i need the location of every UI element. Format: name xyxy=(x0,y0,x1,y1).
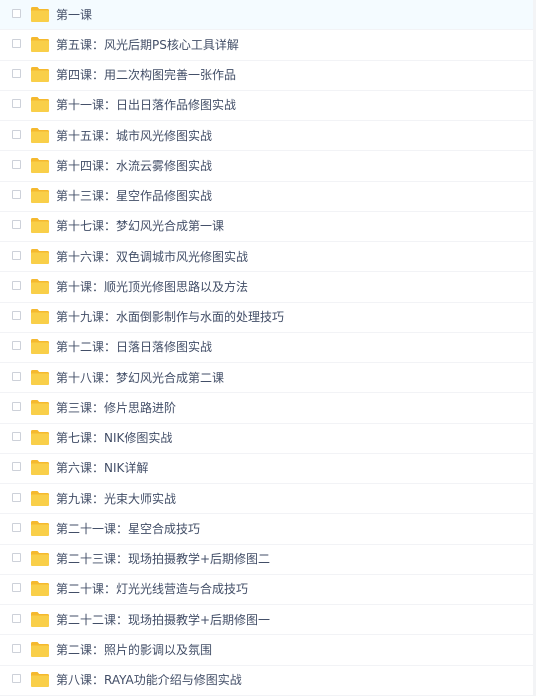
folder-name[interactable]: 第七课：NIK修图实战 xyxy=(56,431,172,445)
folder-icon xyxy=(31,460,49,476)
folder-icon xyxy=(31,188,49,204)
folder-row[interactable]: 第十六课：双色调城市风光修图实战 xyxy=(0,242,536,273)
folder-icon xyxy=(31,309,49,325)
folder-name[interactable]: 第十课：顺光顶光修图思路以及方法 xyxy=(56,280,248,294)
folder-name[interactable]: 第一课 xyxy=(56,8,92,22)
folder-row[interactable]: 第二十三课：现场拍摄教学+后期修图二 xyxy=(0,545,536,575)
folder-icon xyxy=(31,339,49,355)
file-list: 第一课第五课：风光后期PS核心工具详解 第四课：用二次构图完善一张作品 第十一课：日… xyxy=(0,0,536,696)
folder-icon xyxy=(31,490,49,506)
folder-name[interactable]: 第十五课：城市风光修图实战 xyxy=(56,129,212,143)
folder-icon xyxy=(31,6,49,22)
folder-icon xyxy=(31,551,49,567)
folder-name[interactable]: 第十七课：梦幻风光合成第一课 xyxy=(56,219,224,233)
folder-name[interactable]: 第十三课：星空作品修图实战 xyxy=(56,189,212,203)
folder-row[interactable]: 第一课 xyxy=(0,0,536,31)
folder-name[interactable]: 第八课：RAYA功能介绍与修图实战 xyxy=(56,673,242,687)
folder-row[interactable]: 第九课：光束大师实战 xyxy=(0,484,536,515)
folder-name[interactable]: 第三课：修片思路进阶 xyxy=(56,401,176,415)
row-checkbox[interactable] xyxy=(12,401,21,411)
folder-name[interactable]: 第二十一课：星空合成技巧 xyxy=(56,522,200,536)
folder-row[interactable]: 第六课：NIK详解 xyxy=(0,454,536,484)
folder-name[interactable]: 第十八课：梦幻风光合成第二课 xyxy=(56,371,224,385)
row-checkbox[interactable] xyxy=(12,613,21,623)
folder-row[interactable]: 第十三课：星空作品修图实战 xyxy=(0,182,536,212)
folder-row[interactable]: 第十二课：日落日落修图实战 xyxy=(0,333,536,363)
folder-name[interactable]: 第二十二课：现场拍摄教学+后期修图一 xyxy=(56,613,270,627)
row-checkbox[interactable] xyxy=(12,311,21,321)
row-checkbox[interactable] xyxy=(12,159,21,169)
folder-icon xyxy=(31,157,49,173)
row-checkbox[interactable] xyxy=(12,99,21,109)
folder-name[interactable]: 第十六课：双色调城市风光修图实战 xyxy=(56,250,248,264)
folder-row[interactable]: 第二十课：灯光光线营造与合成技巧 xyxy=(0,575,536,605)
folder-row[interactable]: 第十四课：水流云雾修图实战 xyxy=(0,151,536,182)
row-checkbox[interactable] xyxy=(12,643,21,653)
folder-row[interactable]: 第五课：风光后期PS核心工具详解 xyxy=(0,30,536,61)
folder-row[interactable]: 第二十二课：现场拍摄教学+后期修图一 xyxy=(0,605,536,636)
folder-row[interactable]: 第八课：RAYA功能介绍与修图实战 xyxy=(0,666,536,696)
folder-name[interactable]: 第十二课：日落日落修图实战 xyxy=(56,340,212,354)
row-checkbox[interactable] xyxy=(12,341,21,351)
row-checkbox[interactable] xyxy=(12,8,21,18)
folder-row[interactable]: 第三课：修片思路进阶 xyxy=(0,393,536,424)
row-checkbox[interactable] xyxy=(12,674,21,684)
folder-icon xyxy=(31,127,49,143)
folder-icon xyxy=(31,520,49,536)
folder-row[interactable]: 第七课：NIK修图实战 xyxy=(0,424,536,454)
row-checkbox[interactable] xyxy=(12,492,21,502)
row-checkbox[interactable] xyxy=(12,583,21,593)
folder-name[interactable]: 第十一课：日出日落作品修图实战 xyxy=(56,98,236,112)
folder-icon xyxy=(31,672,49,688)
row-checkbox[interactable] xyxy=(12,553,21,563)
folder-icon xyxy=(31,581,49,597)
row-checkbox[interactable] xyxy=(12,280,21,290)
folder-name[interactable]: 第六课：NIK详解 xyxy=(56,461,148,475)
folder-name[interactable]: 第四课：用二次构图完善一张作品 xyxy=(56,68,236,82)
folder-name[interactable]: 第十四课：水流云雾修图实战 xyxy=(56,159,212,173)
folder-name[interactable]: 第二课：照片的影调以及氛围 xyxy=(56,643,212,657)
row-checkbox[interactable] xyxy=(12,250,21,260)
folder-name[interactable]: 第二十三课：现场拍摄教学+后期修图二 xyxy=(56,552,270,566)
row-checkbox[interactable] xyxy=(12,432,21,442)
folder-icon xyxy=(31,399,49,415)
folder-icon xyxy=(31,97,49,113)
row-checkbox[interactable] xyxy=(12,190,21,200)
folder-icon xyxy=(31,67,49,83)
folder-name[interactable]: 第十九课：水面倒影制作与水面的处理技巧 xyxy=(56,310,284,324)
folder-name[interactable]: 第二十课：灯光光线营造与合成技巧 xyxy=(56,582,248,596)
folder-row[interactable]: 第十七课：梦幻风光合成第一课 xyxy=(0,212,536,242)
row-checkbox[interactable] xyxy=(12,462,21,472)
folder-icon xyxy=(31,248,49,264)
folder-row[interactable]: 第十课：顺光顶光修图思路以及方法 xyxy=(0,272,536,303)
folder-row[interactable]: 第四课：用二次构图完善一张作品 xyxy=(0,61,536,91)
folder-icon xyxy=(31,278,49,294)
folder-icon xyxy=(31,641,49,657)
folder-icon xyxy=(31,36,49,52)
folder-row[interactable]: 第二课：照片的影调以及氛围 xyxy=(0,635,536,666)
folder-row[interactable]: 第十一课：日出日落作品修图实战 xyxy=(0,91,536,121)
row-checkbox[interactable] xyxy=(12,69,21,79)
folder-row[interactable]: 第十九课：水面倒影制作与水面的处理技巧 xyxy=(0,303,536,333)
folder-row[interactable]: 第二十一课：星空合成技巧 xyxy=(0,514,536,545)
row-checkbox[interactable] xyxy=(12,371,21,381)
folder-icon xyxy=(31,369,49,385)
folder-icon xyxy=(31,218,49,234)
row-checkbox[interactable] xyxy=(12,38,21,48)
folder-name[interactable]: 第五课：风光后期PS核心工具详解 xyxy=(56,38,239,52)
row-checkbox[interactable] xyxy=(12,522,21,532)
row-checkbox[interactable] xyxy=(12,129,21,139)
folder-name[interactable]: 第九课：光束大师实战 xyxy=(56,492,176,506)
row-checkbox[interactable] xyxy=(12,220,21,230)
folder-icon xyxy=(31,430,49,446)
folder-icon xyxy=(31,611,49,627)
folder-row[interactable]: 第十八课：梦幻风光合成第二课 xyxy=(0,363,536,394)
folder-row[interactable]: 第十五课：城市风光修图实战 xyxy=(0,121,536,152)
